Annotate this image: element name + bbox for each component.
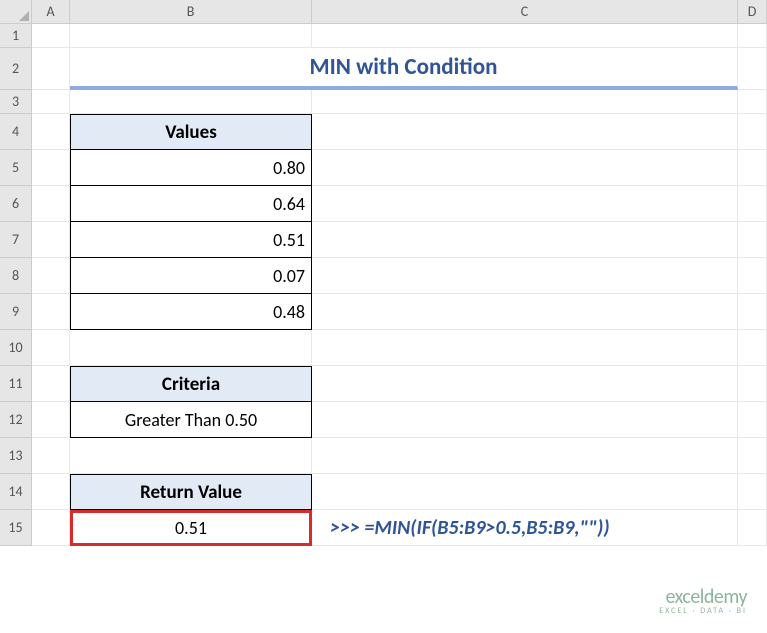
cell-D10[interactable] (738, 330, 767, 366)
cell-C13[interactable] (312, 438, 738, 474)
col-header-C[interactable]: C (312, 0, 738, 24)
cell-C7[interactable] (312, 222, 738, 258)
cell-B13[interactable] (70, 438, 312, 474)
cell-C12[interactable] (312, 402, 738, 438)
cell-D2[interactable] (738, 48, 767, 90)
cell-D14[interactable] (738, 474, 767, 510)
cell-D15[interactable] (738, 510, 767, 546)
cell-D4[interactable] (738, 114, 767, 150)
cell-A11[interactable] (32, 366, 70, 402)
cell-A6[interactable] (32, 186, 70, 222)
cell-D12[interactable] (738, 402, 767, 438)
cell-A4[interactable] (32, 114, 70, 150)
cell-A5[interactable] (32, 150, 70, 186)
row-header-10[interactable]: 10 (0, 330, 32, 366)
row-header-3[interactable]: 3 (0, 90, 32, 114)
cell-B3[interactable] (70, 90, 312, 114)
cell-D9[interactable] (738, 294, 767, 330)
row-header-12[interactable]: 12 (0, 402, 32, 438)
row-header-11[interactable]: 11 (0, 366, 32, 402)
cell-A13[interactable] (32, 438, 70, 474)
value-cell-1[interactable]: 0.80 (70, 150, 312, 186)
cell-A1[interactable] (32, 24, 70, 48)
cell-C5[interactable] (312, 150, 738, 186)
return-header[interactable]: Return Value (70, 474, 312, 510)
cell-A8[interactable] (32, 258, 70, 294)
cell-D7[interactable] (738, 222, 767, 258)
cell-D8[interactable] (738, 258, 767, 294)
cell-C4[interactable] (312, 114, 738, 150)
cell-A14[interactable] (32, 474, 70, 510)
cell-C3[interactable] (312, 90, 738, 114)
cell-C1[interactable] (312, 24, 738, 48)
cell-D5[interactable] (738, 150, 767, 186)
cell-A15[interactable] (32, 510, 70, 546)
row-header-13[interactable]: 13 (0, 438, 32, 474)
criteria-value[interactable]: Greater Than 0.50 (70, 402, 312, 438)
cell-D1[interactable] (738, 24, 767, 48)
cell-A2[interactable] (32, 48, 70, 90)
cell-C8[interactable] (312, 258, 738, 294)
cell-C10[interactable] (312, 330, 738, 366)
cell-A9[interactable] (32, 294, 70, 330)
watermark: eexceldemyxceldemy EXCEL · DATA · BI (659, 587, 747, 615)
cell-C14[interactable] (312, 474, 738, 510)
select-all-corner[interactable] (0, 0, 32, 24)
row-header-4[interactable]: 4 (0, 114, 32, 150)
formula-annotation: >>> =MIN(IF(B5:B9>0.5,B5:B9,"")) (312, 510, 738, 546)
row-header-15[interactable]: 15 (0, 510, 32, 546)
value-cell-4[interactable]: 0.07 (70, 258, 312, 294)
cell-B1[interactable] (70, 24, 312, 48)
cell-D3[interactable] (738, 90, 767, 114)
row-header-5[interactable]: 5 (0, 150, 32, 186)
value-cell-2[interactable]: 0.64 (70, 186, 312, 222)
cell-A3[interactable] (32, 90, 70, 114)
cell-D6[interactable] (738, 186, 767, 222)
page-title[interactable]: MIN with Condition (70, 48, 738, 90)
cell-A7[interactable] (32, 222, 70, 258)
value-cell-5[interactable]: 0.48 (70, 294, 312, 330)
row-header-9[interactable]: 9 (0, 294, 32, 330)
spreadsheet-grid: A B C D 1 2 MIN with Condition 3 4 Value… (0, 0, 767, 546)
cell-D11[interactable] (738, 366, 767, 402)
criteria-header[interactable]: Criteria (70, 366, 312, 402)
cell-A10[interactable] (32, 330, 70, 366)
watermark-brand: eexceldemyxceldemy (659, 587, 747, 607)
return-value[interactable]: 0.51 (70, 510, 312, 546)
col-header-D[interactable]: D (738, 0, 767, 24)
watermark-tag: EXCEL · DATA · BI (659, 607, 747, 615)
cell-C9[interactable] (312, 294, 738, 330)
value-cell-3[interactable]: 0.51 (70, 222, 312, 258)
row-header-7[interactable]: 7 (0, 222, 32, 258)
col-header-B[interactable]: B (70, 0, 312, 24)
row-header-2[interactable]: 2 (0, 48, 32, 90)
row-header-6[interactable]: 6 (0, 186, 32, 222)
values-header[interactable]: Values (70, 114, 312, 150)
row-header-8[interactable]: 8 (0, 258, 32, 294)
row-header-1[interactable]: 1 (0, 24, 32, 48)
row-header-14[interactable]: 14 (0, 474, 32, 510)
cell-A12[interactable] (32, 402, 70, 438)
cell-C6[interactable] (312, 186, 738, 222)
cell-B10[interactable] (70, 330, 312, 366)
cell-C11[interactable] (312, 366, 738, 402)
cell-D13[interactable] (738, 438, 767, 474)
col-header-A[interactable]: A (32, 0, 70, 24)
